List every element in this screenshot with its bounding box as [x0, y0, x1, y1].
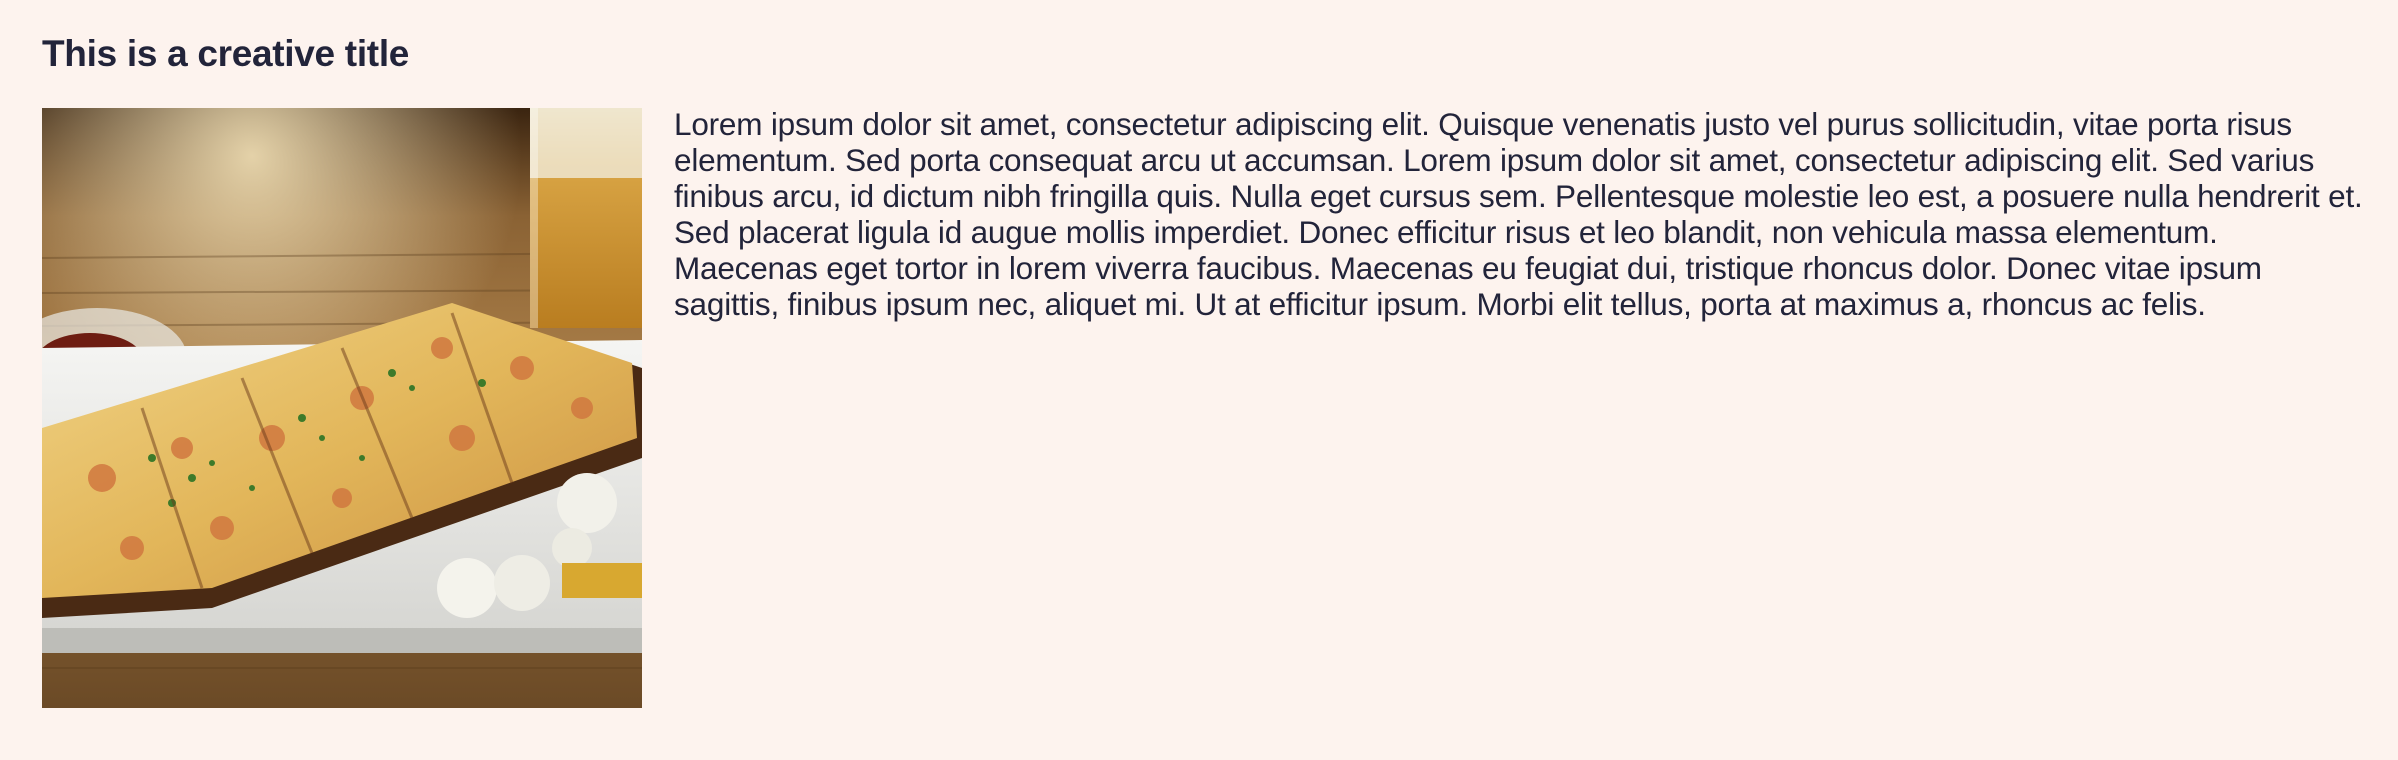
page-title: This is a creative title	[42, 33, 410, 74]
food-photo	[42, 108, 642, 708]
food-photo-illustration	[42, 108, 642, 708]
article-body: Lorem ipsum dolor sit amet, consectetur …	[674, 106, 2363, 322]
